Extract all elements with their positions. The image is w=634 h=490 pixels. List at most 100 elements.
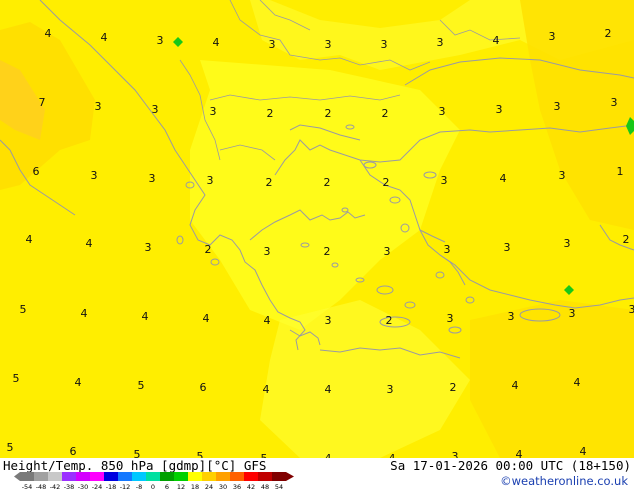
scale-swatch (258, 472, 272, 481)
scale-tick-label: -24 (92, 483, 103, 490)
temperature-value: 3 (325, 38, 332, 51)
temperature-value: 3 (207, 174, 214, 187)
temperature-value: 2 (324, 245, 331, 258)
scale-swatch (160, 472, 174, 481)
temperature-value: 3 (157, 34, 164, 47)
temperature-value: 5 (7, 441, 14, 454)
weather-map: 4 4 3 4 3 3 3 3 4 3 2 7 3 3 3 2 2 2 3 3 3 3 6 3 3 3 2 2 2 3 4 3 1 4 4 3 2 3 2 3… (0, 0, 634, 458)
scale-tick-label: -48 (36, 483, 47, 490)
scale-swatch (118, 472, 132, 481)
temperature-value: 4 (580, 445, 587, 458)
temperature-value: 6 (200, 381, 207, 394)
scale-tick-label: 54 (275, 483, 283, 490)
temperature-value: 2 (386, 314, 393, 327)
temperature-value: 4 (101, 31, 108, 44)
temperature-value: 6 (33, 165, 40, 178)
temperature-value: 3 (269, 38, 276, 51)
temperature-value: 3 (91, 169, 98, 182)
scale-swatch (202, 472, 216, 481)
scale-tick-label: -30 (78, 483, 89, 490)
temperature-value: 4 (86, 237, 93, 250)
temperature-value: 6 (70, 445, 77, 458)
scale-tick-label: 0 (151, 483, 155, 490)
temperature-value: 5 (138, 379, 145, 392)
temperature-value: 3 (152, 103, 159, 116)
scale-swatch (104, 472, 118, 481)
temperature-value: 2 (324, 176, 331, 189)
temperature-value: 3 (149, 172, 156, 185)
temperature-value: 2 (382, 107, 389, 120)
temperature-value: 3 (387, 383, 394, 396)
scale-tick-label: -54 (22, 483, 33, 490)
scale-left-arrow (14, 472, 20, 481)
temperature-value: 4 (500, 172, 507, 185)
temperature-value: 4 (574, 376, 581, 389)
temperature-value: 3 (439, 105, 446, 118)
temperature-value: 4 (75, 376, 82, 389)
temperature-value: 3 (452, 450, 459, 458)
temperature-value: 2 (267, 107, 274, 120)
temperature-value: 2 (623, 233, 630, 246)
temperature-value: 4 (263, 383, 270, 396)
credit-link[interactable]: ©weatheronline.co.uk (500, 474, 628, 488)
map-datetime: Sa 17-01-2026 00:00 UTC (18+150) (390, 458, 631, 473)
temperature-value: 3 (444, 243, 451, 256)
temperature-value: 3 (629, 303, 634, 316)
scale-tick-label: -38 (64, 483, 75, 490)
scale-swatch (34, 472, 48, 481)
scale-swatch (174, 472, 188, 481)
scale-tick-label: -12 (120, 483, 131, 490)
temperature-value: 3 (441, 174, 448, 187)
color-scale-ticks: -54 -48 -42 -38 -30 -24 -18 -12 -8 0 6 12 18 24 30 36 42… (22, 483, 283, 490)
temperature-value: 5 (197, 450, 204, 458)
scale-right-arrow (286, 472, 294, 481)
scale-tick-label: 12 (177, 483, 185, 490)
temperature-value: 3 (381, 38, 388, 51)
temperature-value: 4 (493, 34, 500, 47)
scale-swatch (76, 472, 90, 481)
temperature-value: 3 (559, 169, 566, 182)
scale-tick-label: 42 (247, 483, 255, 490)
scale-tick-label: -42 (50, 483, 61, 490)
temperature-value: 1 (617, 165, 624, 178)
scale-tick-label: 30 (219, 483, 227, 490)
temperature-value: 3 (264, 245, 271, 258)
scale-tick-label: 24 (205, 483, 213, 490)
temperature-value: 2 (605, 27, 612, 40)
temperature-value: 3 (95, 100, 102, 113)
temperature-value: 2 (205, 243, 212, 256)
footer: Height/Temp. 850 hPa [gdmp][°C] GFS Sa 1… (0, 458, 634, 490)
temperature-value: 4 (325, 383, 332, 396)
color-scale: -54 -48 -42 -38 -30 -24 -18 -12 -8 0 6 12 18 24 30 36 42… (14, 472, 294, 490)
temperature-value: 4 (516, 448, 523, 458)
temperature-value: 5 (134, 448, 141, 458)
temperature-value: 2 (383, 176, 390, 189)
scale-tick-label: 48 (261, 483, 269, 490)
scale-swatch (230, 472, 244, 481)
scale-swatch (272, 472, 286, 481)
temperature-value: 3 (569, 307, 576, 320)
scale-swatch (90, 472, 104, 481)
warm-zone-southeast (470, 300, 634, 458)
temperature-value: 3 (210, 105, 217, 118)
scale-tick-label: 36 (233, 483, 241, 490)
temperature-value: 3 (564, 237, 571, 250)
temperature-value: 3 (496, 103, 503, 116)
temperature-value: 4 (26, 233, 33, 246)
scale-swatch (132, 472, 146, 481)
scale-swatch (146, 472, 160, 481)
temperature-value: 4 (264, 314, 271, 327)
temperature-value: 4 (213, 36, 220, 49)
map-canvas: 4 4 3 4 3 3 3 3 4 3 2 7 3 3 3 2 2 2 3 3 3 3 6 3 3 3 2 2 2 3 4 3 1 4 4 3 2 3 2 3… (0, 0, 634, 458)
temperature-value: 4 (81, 307, 88, 320)
map-title: Height/Temp. 850 hPa [gdmp][°C] GFS (3, 458, 267, 473)
temperature-value: 3 (384, 245, 391, 258)
temperature-value: 3 (437, 36, 444, 49)
temperature-value: 4 (45, 27, 52, 40)
scale-swatch (216, 472, 230, 481)
temperature-value: 3 (447, 312, 454, 325)
temperature-value: 4 (142, 310, 149, 323)
scale-tick-label: -18 (106, 483, 117, 490)
temperature-value: 3 (504, 241, 511, 254)
temperature-value: 4 (512, 379, 519, 392)
